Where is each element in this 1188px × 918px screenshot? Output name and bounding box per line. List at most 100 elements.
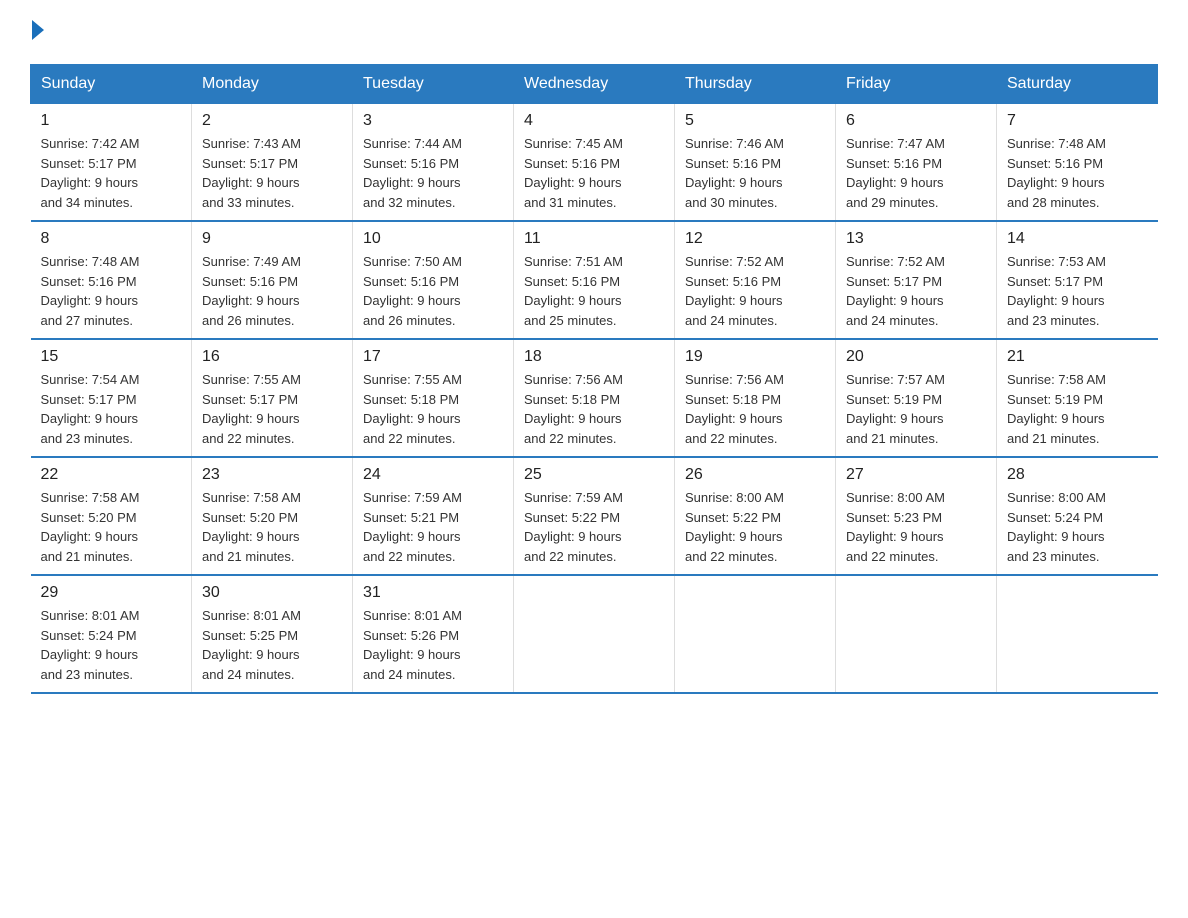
day-info: Sunrise: 7:42 AMSunset: 5:17 PMDaylight:… [41,134,182,212]
day-number: 21 [1007,348,1148,366]
day-number: 13 [846,230,986,248]
calendar-cell: 14Sunrise: 7:53 AMSunset: 5:17 PMDayligh… [997,221,1158,339]
calendar-cell: 26 Sunrise: 8:00 AMSunset: 5:22 PMDayligh… [675,457,836,575]
day-number: 7 [1007,112,1148,130]
day-number: 22 [41,466,182,484]
calendar-cell: 15 Sunrise: 7:54 AMSunset: 5:17 PMDayligh… [31,339,192,457]
calendar-cell: 2 Sunrise: 7:43 AMSunset: 5:17 PMDaylight… [192,104,353,222]
day-info: Sunrise: 7:59 AMSunset: 5:22 PMDaylight:… [524,488,664,566]
calendar-cell: 19 Sunrise: 7:56 AMSunset: 5:18 PMDayligh… [675,339,836,457]
page-header [30,20,1158,44]
day-number: 24 [363,466,503,484]
day-info: Sunrise: 7:55 AMSunset: 5:17 PMDaylight:… [202,370,342,448]
day-number: 31 [363,584,503,602]
calendar-cell: 7Sunrise: 7:48 AMSunset: 5:16 PMDaylight… [997,104,1158,222]
day-info: Sunrise: 7:52 AMSunset: 5:17 PMDaylight:… [846,252,986,330]
calendar-cell: 9 Sunrise: 7:49 AMSunset: 5:16 PMDaylight… [192,221,353,339]
day-number: 2 [202,112,342,130]
day-number: 15 [41,348,182,366]
day-info: Sunrise: 7:53 AMSunset: 5:17 PMDaylight:… [1007,252,1148,330]
day-number: 23 [202,466,342,484]
week-row-2: 8 Sunrise: 7:48 AMSunset: 5:16 PMDaylight… [31,221,1158,339]
calendar-cell: 5 Sunrise: 7:46 AMSunset: 5:16 PMDaylight… [675,104,836,222]
day-info: Sunrise: 8:00 AMSunset: 5:23 PMDaylight:… [846,488,986,566]
day-info: Sunrise: 7:56 AMSunset: 5:18 PMDaylight:… [685,370,825,448]
week-row-5: 29 Sunrise: 8:01 AMSunset: 5:24 PMDayligh… [31,575,1158,693]
logo-triangle-icon [32,20,44,40]
day-number: 27 [846,466,986,484]
week-row-4: 22 Sunrise: 7:58 AMSunset: 5:20 PMDayligh… [31,457,1158,575]
day-info: Sunrise: 7:46 AMSunset: 5:16 PMDaylight:… [685,134,825,212]
day-info: Sunrise: 7:58 AMSunset: 5:20 PMDaylight:… [41,488,182,566]
day-info: Sunrise: 7:58 AMSunset: 5:19 PMDaylight:… [1007,370,1148,448]
day-number: 17 [363,348,503,366]
day-info: Sunrise: 8:01 AMSunset: 5:25 PMDaylight:… [202,606,342,684]
calendar-cell: 20 Sunrise: 7:57 AMSunset: 5:19 PMDayligh… [836,339,997,457]
calendar-cell: 12Sunrise: 7:52 AMSunset: 5:16 PMDayligh… [675,221,836,339]
header-monday: Monday [192,65,353,104]
calendar-cell: 31 Sunrise: 8:01 AMSunset: 5:26 PMDayligh… [353,575,514,693]
week-row-3: 15 Sunrise: 7:54 AMSunset: 5:17 PMDayligh… [31,339,1158,457]
calendar-cell: 13 Sunrise: 7:52 AMSunset: 5:17 PMDayligh… [836,221,997,339]
calendar-cell: 3Sunrise: 7:44 AMSunset: 5:16 PMDaylight… [353,104,514,222]
day-info: Sunrise: 7:48 AMSunset: 5:16 PMDaylight:… [41,252,182,330]
calendar-table: SundayMondayTuesdayWednesdayThursdayFrid… [30,64,1158,694]
day-info: Sunrise: 7:58 AMSunset: 5:20 PMDaylight:… [202,488,342,566]
calendar-cell: 10 Sunrise: 7:50 AMSunset: 5:16 PMDayligh… [353,221,514,339]
day-number: 28 [1007,466,1148,484]
day-number: 29 [41,584,182,602]
day-number: 8 [41,230,182,248]
logo-blue-container [30,20,44,44]
week-row-1: 1 Sunrise: 7:42 AMSunset: 5:17 PMDaylight… [31,104,1158,222]
calendar-cell: 18 Sunrise: 7:56 AMSunset: 5:18 PMDayligh… [514,339,675,457]
day-info: Sunrise: 7:55 AMSunset: 5:18 PMDaylight:… [363,370,503,448]
day-info: Sunrise: 7:51 AMSunset: 5:16 PMDaylight:… [524,252,664,330]
day-number: 26 [685,466,825,484]
day-number: 1 [41,112,182,130]
header-thursday: Thursday [675,65,836,104]
day-number: 6 [846,112,986,130]
day-number: 16 [202,348,342,366]
day-number: 9 [202,230,342,248]
calendar-cell: 28Sunrise: 8:00 AMSunset: 5:24 PMDayligh… [997,457,1158,575]
day-info: Sunrise: 7:59 AMSunset: 5:21 PMDaylight:… [363,488,503,566]
day-info: Sunrise: 7:47 AMSunset: 5:16 PMDaylight:… [846,134,986,212]
calendar-cell [514,575,675,693]
calendar-cell: 24 Sunrise: 7:59 AMSunset: 5:21 PMDayligh… [353,457,514,575]
calendar-cell: 21 Sunrise: 7:58 AMSunset: 5:19 PMDayligh… [997,339,1158,457]
day-number: 10 [363,230,503,248]
header-sunday: Sunday [31,65,192,104]
day-info: Sunrise: 7:57 AMSunset: 5:19 PMDaylight:… [846,370,986,448]
day-info: Sunrise: 8:01 AMSunset: 5:24 PMDaylight:… [41,606,182,684]
calendar-cell: 23 Sunrise: 7:58 AMSunset: 5:20 PMDayligh… [192,457,353,575]
calendar-cell: 30Sunrise: 8:01 AMSunset: 5:25 PMDayligh… [192,575,353,693]
day-number: 19 [685,348,825,366]
calendar-cell: 11 Sunrise: 7:51 AMSunset: 5:16 PMDayligh… [514,221,675,339]
calendar-cell [997,575,1158,693]
day-info: Sunrise: 8:01 AMSunset: 5:26 PMDaylight:… [363,606,503,684]
day-number: 18 [524,348,664,366]
day-info: Sunrise: 7:50 AMSunset: 5:16 PMDaylight:… [363,252,503,330]
day-number: 5 [685,112,825,130]
calendar-cell: 29 Sunrise: 8:01 AMSunset: 5:24 PMDayligh… [31,575,192,693]
calendar-cell: 22 Sunrise: 7:58 AMSunset: 5:20 PMDayligh… [31,457,192,575]
calendar-cell [675,575,836,693]
day-info: Sunrise: 7:49 AMSunset: 5:16 PMDaylight:… [202,252,342,330]
calendar-header-row: SundayMondayTuesdayWednesdayThursdayFrid… [31,65,1158,104]
logo [30,20,44,44]
header-saturday: Saturday [997,65,1158,104]
day-number: 4 [524,112,664,130]
calendar-cell: 25Sunrise: 7:59 AMSunset: 5:22 PMDayligh… [514,457,675,575]
calendar-cell: 4 Sunrise: 7:45 AMSunset: 5:16 PMDaylight… [514,104,675,222]
header-wednesday: Wednesday [514,65,675,104]
day-info: Sunrise: 7:45 AMSunset: 5:16 PMDaylight:… [524,134,664,212]
header-friday: Friday [836,65,997,104]
day-info: Sunrise: 7:54 AMSunset: 5:17 PMDaylight:… [41,370,182,448]
day-info: Sunrise: 8:00 AMSunset: 5:22 PMDaylight:… [685,488,825,566]
day-number: 3 [363,112,503,130]
day-number: 12 [685,230,825,248]
day-info: Sunrise: 7:43 AMSunset: 5:17 PMDaylight:… [202,134,342,212]
day-number: 11 [524,230,664,248]
day-info: Sunrise: 7:56 AMSunset: 5:18 PMDaylight:… [524,370,664,448]
day-number: 20 [846,348,986,366]
